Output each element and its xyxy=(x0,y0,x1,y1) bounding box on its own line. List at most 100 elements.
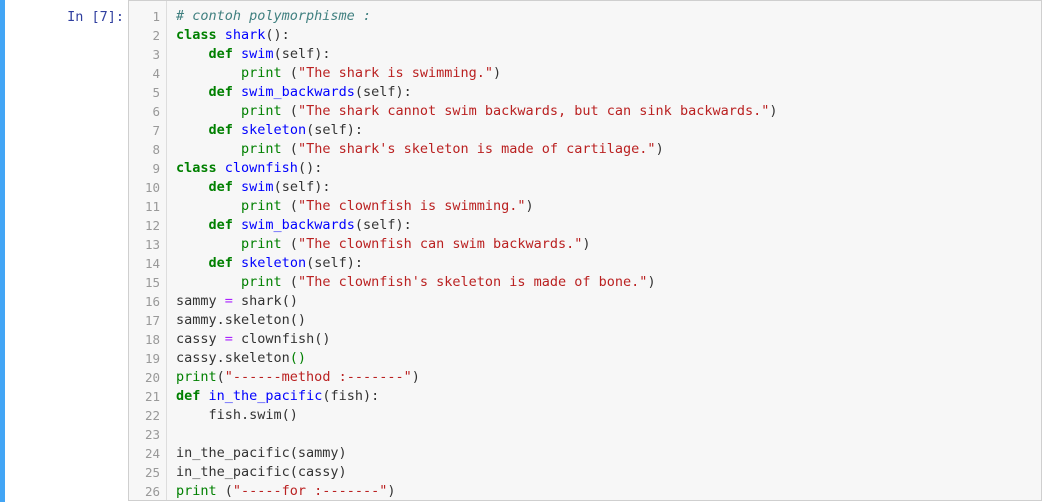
code-text: in_the_pacific(cassy) xyxy=(176,463,347,482)
code-token: ) xyxy=(655,141,664,157)
code-token: def xyxy=(176,388,201,404)
code-text: def in_the_pacific(fish): xyxy=(176,387,379,406)
code-token: ) xyxy=(647,274,656,290)
code-token: clownfish() xyxy=(232,331,331,347)
line-number: 18 xyxy=(144,332,160,347)
code-line: 10 def swim(self): xyxy=(129,178,1041,197)
code-line: 16 sammy = shark() xyxy=(129,292,1041,311)
line-number: 12 xyxy=(144,218,160,233)
line-number: 7 xyxy=(152,123,160,138)
code-line: 6 print ("The shark cannot swim backward… xyxy=(129,102,1041,121)
code-token: in_the_pacific(sammy) xyxy=(176,445,347,461)
code-token: "The clownfish can swim backwards." xyxy=(297,236,583,252)
code-token: "------method :-------" xyxy=(224,369,412,385)
code-token: print xyxy=(241,103,282,119)
code-text: sammy.skeleton() xyxy=(176,311,306,330)
code-token: swim_backwards xyxy=(241,84,355,100)
code-token: cassy xyxy=(176,331,225,347)
code-line: 25 in_the_pacific(cassy) xyxy=(129,463,1041,482)
code-text: print ("The clownfish's skeleton is made… xyxy=(176,273,656,292)
code-line: 17 sammy.skeleton() xyxy=(129,311,1041,330)
code-text: def swim(self): xyxy=(176,45,331,64)
code-token: ( xyxy=(281,103,298,119)
code-cell[interactable]: In [7]: 1 # contoh polymorphisme : 2 class … xyxy=(0,0,1046,502)
code-line: 3 def swim(self): xyxy=(129,45,1041,64)
code-token: "The shark cannot swim backwards, but ca… xyxy=(297,103,770,119)
code-line: 5 def swim_backwards(self): xyxy=(129,83,1041,102)
code-token: skeleton xyxy=(241,255,307,271)
code-editor[interactable]: 1 # contoh polymorphisme :2 class shark():… xyxy=(128,0,1042,501)
line-number: 25 xyxy=(144,465,160,480)
line-number: 17 xyxy=(144,313,160,328)
line-number: 22 xyxy=(144,408,160,423)
line-number: 14 xyxy=(144,256,160,271)
code-line: 22 fish.swim() xyxy=(129,406,1041,425)
input-prompt: In [7]: xyxy=(67,9,124,25)
code-token: (self): xyxy=(306,122,363,138)
code-token: () xyxy=(289,350,307,366)
code-line: 12 def swim_backwards(self): xyxy=(129,216,1041,235)
code-token: print xyxy=(176,483,217,499)
code-token: class xyxy=(176,160,217,176)
code-text: print ("The shark is swimming.") xyxy=(176,64,501,83)
line-number: 5 xyxy=(152,85,160,100)
code-token: "The clownfish's skeleton is made of bon… xyxy=(297,274,648,290)
code-token: print xyxy=(241,198,282,214)
code-text: in_the_pacific(sammy) xyxy=(176,444,347,463)
line-number: 1 xyxy=(152,9,160,24)
code-line: 21 def in_the_pacific(fish): xyxy=(129,387,1041,406)
code-text: print ("The shark's skeleton is made of … xyxy=(176,140,664,159)
code-token: swim xyxy=(241,46,274,62)
code-token: print xyxy=(241,236,282,252)
line-number: 9 xyxy=(152,161,160,176)
code-text: sammy = shark() xyxy=(176,292,298,311)
code-token: shark xyxy=(224,27,266,43)
code-token: swim_backwards xyxy=(241,217,355,233)
code-token: shark() xyxy=(232,293,298,309)
code-line: 8 print ("The shark's skeleton is made o… xyxy=(129,140,1041,159)
code-token: def xyxy=(208,122,233,138)
line-number: 6 xyxy=(152,104,160,119)
code-token: (self): xyxy=(273,179,331,195)
code-text: def skeleton(self): xyxy=(176,254,363,273)
cell-selection-bar xyxy=(0,0,5,502)
code-token: class xyxy=(176,27,217,43)
line-number: 20 xyxy=(144,370,160,385)
code-token: print xyxy=(241,141,282,157)
code-token: ) xyxy=(525,198,534,214)
code-token: (): xyxy=(297,160,323,176)
line-number: 23 xyxy=(144,427,160,442)
code-text: def swim(self): xyxy=(176,178,331,197)
code-token: ) xyxy=(493,65,502,81)
line-number: 8 xyxy=(152,142,160,157)
code-line: 1 # contoh polymorphisme : xyxy=(129,7,1041,26)
code-token: ( xyxy=(281,141,298,157)
code-token: in_the_pacific(cassy) xyxy=(176,464,347,480)
code-text: class clownfish(): xyxy=(176,159,322,178)
code-token: def xyxy=(208,46,233,62)
code-token: skeleton xyxy=(241,122,307,138)
code-text: print ("The clownfish is swimming.") xyxy=(176,197,534,216)
code-token: ( xyxy=(281,65,298,81)
code-text: print ("-----for :-------") xyxy=(176,482,395,501)
code-token: (self): xyxy=(354,217,412,233)
code-text: def skeleton(self): xyxy=(176,121,363,140)
line-number: 16 xyxy=(144,294,160,309)
code-token: ) xyxy=(411,369,420,385)
line-number: 24 xyxy=(144,446,160,461)
code-token: def xyxy=(208,217,233,233)
